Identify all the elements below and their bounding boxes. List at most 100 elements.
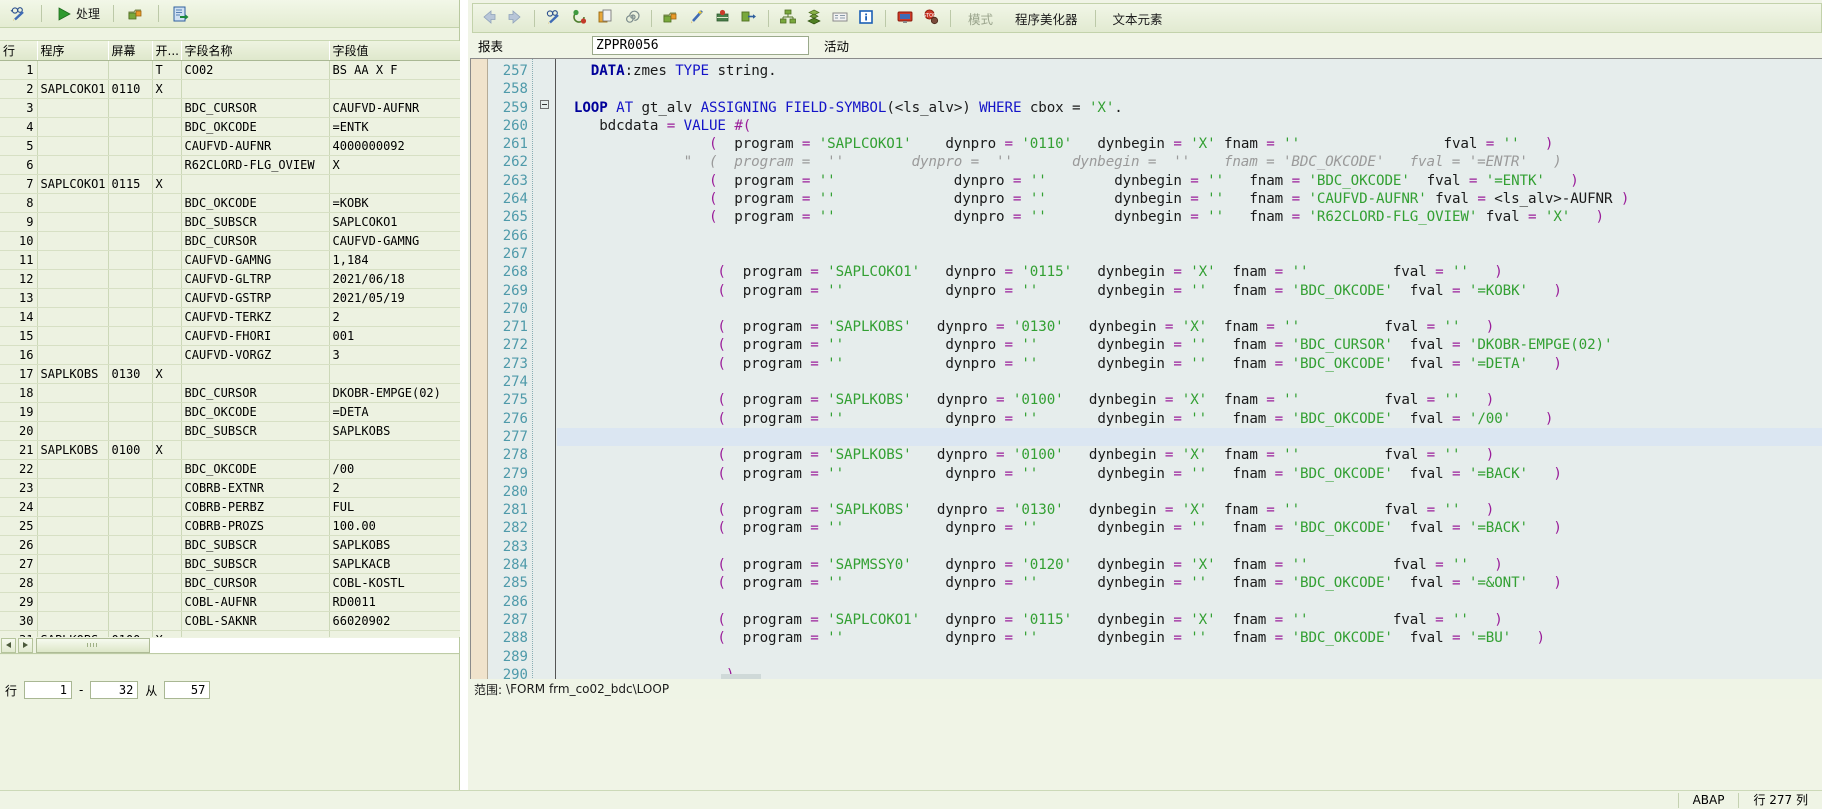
cell-row-number[interactable]: 16: [0, 345, 38, 365]
col-header-flag[interactable]: 开...: [152, 41, 182, 61]
cell-program[interactable]: SAPLCOKO1: [37, 174, 109, 194]
cell-screen[interactable]: [108, 345, 153, 365]
table-row[interactable]: 3 BDC_CURSOR CAUFVD-AUFNR: [0, 98, 460, 118]
cell-program[interactable]: [37, 592, 109, 612]
cell-screen[interactable]: [108, 421, 153, 441]
cell-program[interactable]: [37, 193, 109, 213]
code-line[interactable]: ( program = '' dynpro = '' dynbegin = ''…: [557, 574, 1822, 592]
cell-flag[interactable]: [152, 459, 182, 479]
table-row[interactable]: 20 BDC_SUBSCR SAPLKOBS: [0, 421, 460, 441]
cell-program[interactable]: [37, 478, 109, 498]
code-line[interactable]: ( program = 'SAPMSSY0' dynpro = '0120' d…: [557, 556, 1822, 574]
cell-program[interactable]: [37, 136, 109, 156]
code-line[interactable]: [557, 538, 1822, 556]
cell-screen[interactable]: [108, 573, 153, 593]
cell-screen[interactable]: [108, 497, 153, 517]
cell-program[interactable]: SAPLKOBS: [37, 440, 109, 460]
cell-screen[interactable]: [108, 136, 153, 156]
cell-field-name[interactable]: R62CLORD-FLG_OVIEW: [181, 155, 330, 175]
cell-flag[interactable]: [152, 345, 182, 365]
cell-field-value[interactable]: SAPLKOBS: [329, 535, 460, 555]
cell-field-value[interactable]: [329, 79, 460, 99]
cell-field-value[interactable]: /00: [329, 459, 460, 479]
cell-program[interactable]: [37, 98, 109, 118]
table-row[interactable]: 29 COBL-AUFNR RD0011: [0, 592, 460, 612]
scroll-right-button[interactable]: [18, 637, 33, 653]
table-row[interactable]: 12 CAUFVD-GLTRP 2021/06/18: [0, 269, 460, 289]
cell-program[interactable]: [37, 307, 109, 327]
cell-screen[interactable]: [108, 402, 153, 422]
cell-flag[interactable]: X: [152, 174, 182, 194]
cell-program[interactable]: [37, 155, 109, 175]
cell-field-value[interactable]: COBL-KOSTL: [329, 573, 460, 593]
display-change-button[interactable]: [6, 3, 32, 25]
cell-flag[interactable]: [152, 402, 182, 422]
cell-row-number[interactable]: 17: [0, 364, 38, 384]
cell-program[interactable]: [37, 516, 109, 536]
cell-flag[interactable]: [152, 193, 182, 213]
cell-flag[interactable]: [152, 573, 182, 593]
cell-field-name[interactable]: CO02: [181, 60, 330, 80]
hscroll-track[interactable]: [36, 637, 459, 653]
cell-field-name[interactable]: BDC_OKCODE: [181, 459, 330, 479]
cell-field-name[interactable]: COBL-SAKNR: [181, 611, 330, 631]
code-line[interactable]: [557, 300, 1822, 318]
cell-screen[interactable]: [108, 231, 153, 251]
pretty-print-button[interactable]: [685, 6, 709, 30]
cell-field-value[interactable]: BS AA X F: [329, 60, 460, 80]
cell-flag[interactable]: X: [152, 440, 182, 460]
table-row[interactable]: 5 CAUFVD-AUFNR 4000000092: [0, 136, 460, 156]
cell-field-value[interactable]: [329, 364, 460, 384]
code-line[interactable]: [557, 80, 1822, 98]
cell-program[interactable]: SAPLCOKO1: [37, 79, 109, 99]
table-row[interactable]: 24 COBRB-PERBZ FUL: [0, 497, 460, 517]
cell-field-name[interactable]: BDC_CURSOR: [181, 98, 330, 118]
table-row[interactable]: 17 SAPLKOBS 0130 X: [0, 364, 460, 384]
table-row[interactable]: 27 BDC_SUBSCR SAPLKACB: [0, 554, 460, 574]
code-line[interactable]: [557, 245, 1822, 263]
table-row[interactable]: 2 SAPLCOKO1 0110 X: [0, 79, 460, 99]
col-header-row[interactable]: 行: [0, 41, 38, 61]
table-row[interactable]: 30 COBL-SAKNR 66020902: [0, 611, 460, 631]
cell-field-value[interactable]: 2: [329, 478, 460, 498]
cell-field-name[interactable]: [181, 440, 330, 460]
cell-row-number[interactable]: 11: [0, 250, 38, 270]
cell-row-number[interactable]: 28: [0, 573, 38, 593]
cell-program[interactable]: [37, 421, 109, 441]
cell-screen[interactable]: [108, 478, 153, 498]
cell-field-value[interactable]: =ENTK: [329, 117, 460, 137]
cell-field-value[interactable]: 100.00: [329, 516, 460, 536]
cell-row-number[interactable]: 23: [0, 478, 38, 498]
col-header-fieldname[interactable]: 字段名称: [181, 41, 330, 61]
table-row[interactable]: 13 CAUFVD-GSTRP 2021/05/19: [0, 288, 460, 308]
table-row[interactable]: 6 R62CLORD-FLG_OVIEW X: [0, 155, 460, 175]
code-line[interactable]: " ( program = '' dynpro = '' dynbegin = …: [557, 153, 1822, 171]
cell-program[interactable]: [37, 212, 109, 232]
code-line[interactable]: ( program = '' dynpro = '' dynbegin = ''…: [557, 208, 1822, 226]
code-line[interactable]: LOOP AT gt_alv ASSIGNING FIELD-SYMBOL(<l…: [557, 99, 1822, 117]
cell-screen[interactable]: [108, 611, 153, 631]
cell-screen[interactable]: [108, 117, 153, 137]
cell-field-value[interactable]: CAUFVD-GAMNG: [329, 231, 460, 251]
cell-field-value[interactable]: SAPLKOBS: [329, 421, 460, 441]
cell-row-number[interactable]: 30: [0, 611, 38, 631]
code-line[interactable]: [557, 373, 1822, 391]
fold-gutter[interactable]: [534, 59, 556, 679]
cell-field-name[interactable]: CAUFVD-VORGZ: [181, 345, 330, 365]
table-row[interactable]: 10 BDC_CURSOR CAUFVD-GAMNG: [0, 231, 460, 251]
cell-screen[interactable]: [108, 459, 153, 479]
cell-row-number[interactable]: 9: [0, 212, 38, 232]
cell-row-number[interactable]: 4: [0, 117, 38, 137]
cell-row-number[interactable]: 1: [0, 60, 38, 80]
cell-program[interactable]: [37, 611, 109, 631]
cell-program[interactable]: SAPLKOBS: [37, 364, 109, 384]
cell-program[interactable]: [37, 402, 109, 422]
table-row[interactable]: 9 BDC_SUBSCR SAPLCOKO1: [0, 212, 460, 232]
extras-button[interactable]: [737, 6, 761, 30]
cell-field-name[interactable]: BDC_SUBSCR: [181, 554, 330, 574]
cell-program[interactable]: [37, 459, 109, 479]
where-used-button[interactable]: [802, 6, 826, 30]
cell-flag[interactable]: [152, 117, 182, 137]
pattern-button[interactable]: [620, 6, 644, 30]
row-from-input[interactable]: 1: [24, 681, 73, 699]
